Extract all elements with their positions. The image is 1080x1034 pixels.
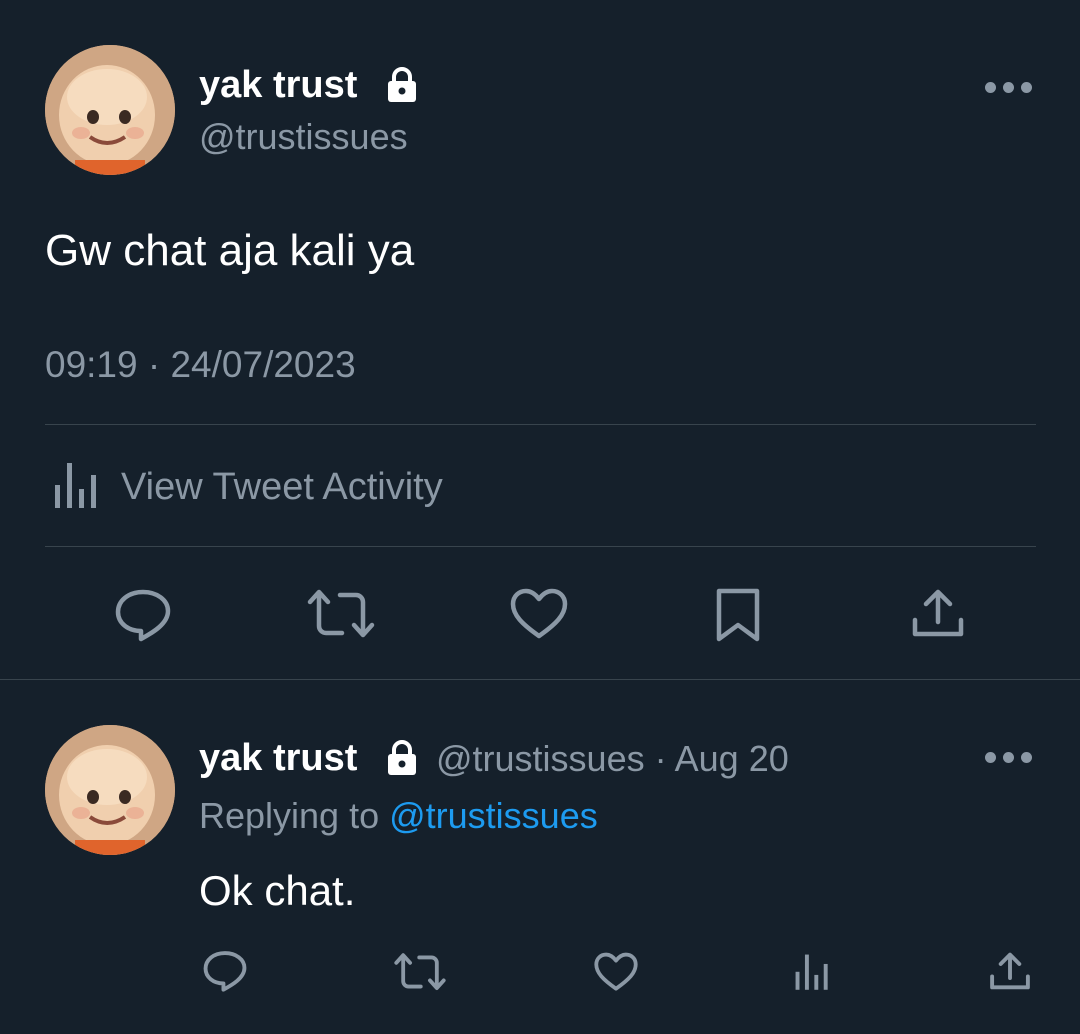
meta-separator: · — [147, 344, 161, 385]
tweet-time: 09:19 — [45, 344, 138, 385]
author-name[interactable]: yak trust — [199, 64, 357, 107]
tweet-separator — [0, 679, 1080, 680]
reply-more-options-icon[interactable] — [985, 752, 1032, 763]
retweet-icon[interactable] — [394, 952, 446, 992]
retweet-icon[interactable] — [307, 588, 375, 640]
bookmark-icon[interactable] — [714, 586, 762, 644]
avatar[interactable] — [45, 45, 175, 175]
reply-avatar[interactable] — [45, 725, 175, 855]
lock-icon — [386, 67, 418, 103]
reply-date[interactable]: Aug 20 — [675, 738, 789, 779]
reply-author-name[interactable]: yak trust — [199, 737, 357, 780]
reply-author-handle[interactable]: @trustissues — [436, 738, 645, 779]
cartoon-boy-avatar-icon — [45, 725, 175, 855]
cartoon-boy-avatar-icon — [45, 45, 175, 175]
like-icon[interactable] — [594, 952, 638, 992]
replying-to-line: Replying to @trustissues — [199, 795, 598, 837]
tweet-text: Gw chat aja kali ya — [45, 226, 415, 275]
replying-to-link[interactable]: @trustissues — [389, 795, 598, 836]
reply-text: Ok chat. — [199, 867, 356, 914]
reply-meta: @trustissues · Aug 20 — [436, 738, 789, 780]
divider — [45, 424, 1036, 425]
tweet-date: 24/07/2023 — [170, 344, 356, 385]
tweet-timestamp: 09:19 · 24/07/2023 — [45, 344, 356, 386]
divider — [45, 546, 1036, 547]
share-icon[interactable] — [988, 950, 1032, 992]
view-tweet-activity-label: View Tweet Activity — [121, 466, 443, 508]
analytics-icon — [53, 459, 99, 509]
lock-icon — [386, 740, 418, 776]
replying-to-label: Replying to — [199, 795, 380, 836]
author-handle[interactable]: @trustissues — [199, 116, 408, 158]
share-icon[interactable] — [910, 586, 966, 640]
like-icon[interactable] — [510, 588, 568, 640]
view-tweet-activity-button[interactable]: View Tweet Activity — [45, 448, 505, 526]
more-options-icon[interactable] — [985, 82, 1032, 93]
reply-icon[interactable] — [114, 588, 172, 642]
reply-icon[interactable] — [202, 950, 248, 992]
meta-separator: · — [654, 738, 667, 779]
analytics-icon[interactable] — [794, 950, 830, 992]
